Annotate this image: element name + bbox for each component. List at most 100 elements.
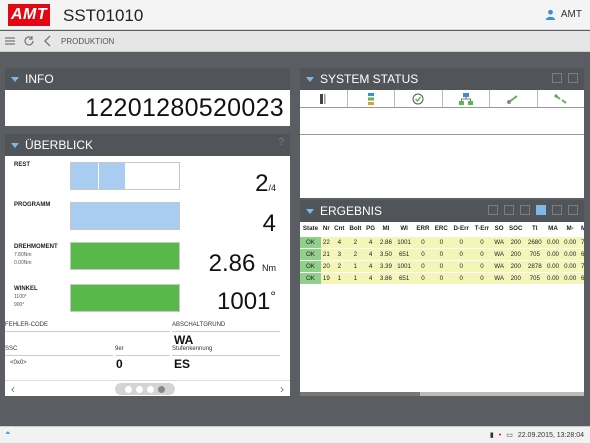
rest-value: 2/4 xyxy=(255,170,276,198)
column-header[interactable]: State xyxy=(300,222,321,236)
column-header[interactable]: SO xyxy=(492,222,506,236)
system-status-panel xyxy=(300,90,584,198)
column-header[interactable]: PG xyxy=(364,222,377,236)
device-icon: ▮ xyxy=(489,432,494,439)
programm-value: 4 xyxy=(262,210,276,237)
maximize-icon[interactable] xyxy=(568,205,578,215)
table-cell: 200 xyxy=(506,247,526,260)
breadcrumb[interactable]: PRODUKTION xyxy=(61,37,114,46)
column-header[interactable]: Bolt xyxy=(347,222,364,236)
table-cell: 0.00 xyxy=(561,247,579,260)
column-header[interactable]: MI xyxy=(377,222,394,236)
network-icon[interactable] xyxy=(458,92,473,105)
table-cell: 0 xyxy=(450,247,472,260)
menu-icon[interactable] xyxy=(4,35,16,47)
sort-icon[interactable] xyxy=(488,205,498,215)
column-header[interactable]: SOC xyxy=(506,222,525,236)
winkel-bar-fill xyxy=(71,285,179,311)
rest-number: 2 xyxy=(255,170,269,197)
table-cell: 6.5 xyxy=(578,271,584,284)
settings-icon[interactable] xyxy=(520,205,530,215)
winkel-number: 1001 xyxy=(217,288,271,315)
app-title: SST01010 xyxy=(63,6,144,25)
column-header[interactable]: D-Err xyxy=(451,222,472,236)
collapse-icon[interactable] xyxy=(306,76,314,82)
link-icon[interactable] xyxy=(506,93,520,105)
table-cell: 1001 xyxy=(394,259,414,272)
table-cell: 20 xyxy=(320,259,332,272)
check-icon[interactable] xyxy=(411,93,425,105)
column-header[interactable]: Nr xyxy=(321,222,332,236)
rest-bar xyxy=(70,162,180,190)
table-cell: 21 xyxy=(320,247,332,260)
restore-icon[interactable] xyxy=(552,205,562,215)
table-cell: 0 xyxy=(471,247,492,260)
restore-icon[interactable] xyxy=(552,73,562,83)
prev-page-icon[interactable]: ‹ xyxy=(11,382,15,396)
system-status-header[interactable]: SYSTEM STATUS xyxy=(300,68,584,90)
ergebnis-header[interactable]: ERGEBNIS xyxy=(300,200,584,222)
status-cell xyxy=(538,90,585,107)
user-menu[interactable]: AMT xyxy=(545,9,582,20)
link-broken-icon[interactable] xyxy=(554,93,568,105)
scrollbar-thumb[interactable] xyxy=(300,392,420,396)
page-dot[interactable] xyxy=(136,385,143,393)
top-bar: AMT SST01010 AMT xyxy=(0,0,590,30)
table-cell: 0.00 xyxy=(561,259,579,272)
column-header[interactable]: M+ xyxy=(579,222,584,236)
table-cell: 2 xyxy=(346,235,364,248)
drehmoment-label: DREHMOMENT xyxy=(14,244,58,250)
network-icon[interactable] xyxy=(364,92,378,105)
nav-bar: PRODUKTION xyxy=(0,31,590,52)
table-row[interactable]: OK191143.866510000WA2007050.000.006.5 xyxy=(300,271,584,284)
winkel-bar xyxy=(70,284,180,312)
table-cell: 1 xyxy=(346,259,364,272)
table-row[interactable]: OK224242.8610010000WA20026800.000.007.8 xyxy=(300,235,584,248)
column-header[interactable]: MA xyxy=(544,222,561,236)
drehmoment-bar xyxy=(70,242,180,270)
collapse-icon[interactable] xyxy=(306,208,314,214)
next-page-icon[interactable]: › xyxy=(280,382,284,396)
table-header-row: State Nr Cnt Bolt PG MI WI ERR ERC D-Err T-Err SO SO… xyxy=(300,222,584,236)
winkel-row: WINKEL 1100° 900° 1001° xyxy=(5,284,290,324)
info-panel-header[interactable]: INFO xyxy=(5,68,290,90)
column-header[interactable]: T-Err xyxy=(472,222,492,236)
table-cell: 4 xyxy=(363,235,378,248)
column-header[interactable]: Cnt xyxy=(332,222,347,236)
page-dot[interactable] xyxy=(147,385,154,393)
maximize-icon[interactable] xyxy=(568,73,578,83)
collapse-icon[interactable] xyxy=(11,76,19,82)
back-icon[interactable] xyxy=(42,35,54,47)
column-header[interactable]: ERC xyxy=(432,222,450,236)
page-dot-active[interactable] xyxy=(158,385,165,393)
refresh-icon[interactable] xyxy=(23,35,35,47)
filter-icon[interactable] xyxy=(536,205,546,215)
table-body: OK224242.8610010000WA20026800.000.007.8 O… xyxy=(300,235,584,284)
fehler-code-label: FEHLER-CODE xyxy=(5,322,170,332)
column-header[interactable]: ERR xyxy=(414,222,432,236)
table-row[interactable]: OK213243.506510000WA2007050.000.006.5 xyxy=(300,247,584,260)
column-header[interactable]: TI xyxy=(525,222,544,236)
collapse-icon[interactable] xyxy=(11,142,19,148)
page-dot[interactable] xyxy=(125,385,132,393)
table-row[interactable]: OK202143.3910010000WA20028780.000.007.8 xyxy=(300,259,584,272)
table-cell: 651 xyxy=(394,247,414,260)
nr-label: 9er xyxy=(115,346,170,356)
drehmoment-max: 7.80Nm xyxy=(14,252,32,258)
table-cell: 200 xyxy=(506,259,526,272)
table-cell: 705 xyxy=(525,271,545,284)
ssc-label: SSC xyxy=(5,346,113,356)
column-header[interactable]: WI xyxy=(394,222,413,236)
ssc-value: <0x0> xyxy=(10,360,27,366)
overview-panel-header[interactable]: ÜBERBLICK ? xyxy=(5,134,290,156)
table-cell: 0 xyxy=(413,247,433,260)
panel-window-controls xyxy=(552,73,578,83)
edit-icon[interactable] xyxy=(504,205,514,215)
table-cell: 0 xyxy=(432,247,451,260)
column-header[interactable]: M- xyxy=(562,222,579,236)
tool-icon[interactable] xyxy=(316,93,330,105)
amt-logo: AMT xyxy=(8,4,51,26)
horizontal-scrollbar[interactable] xyxy=(300,392,584,396)
info-title: INFO xyxy=(25,72,54,86)
help-icon[interactable]: ? xyxy=(278,137,284,148)
